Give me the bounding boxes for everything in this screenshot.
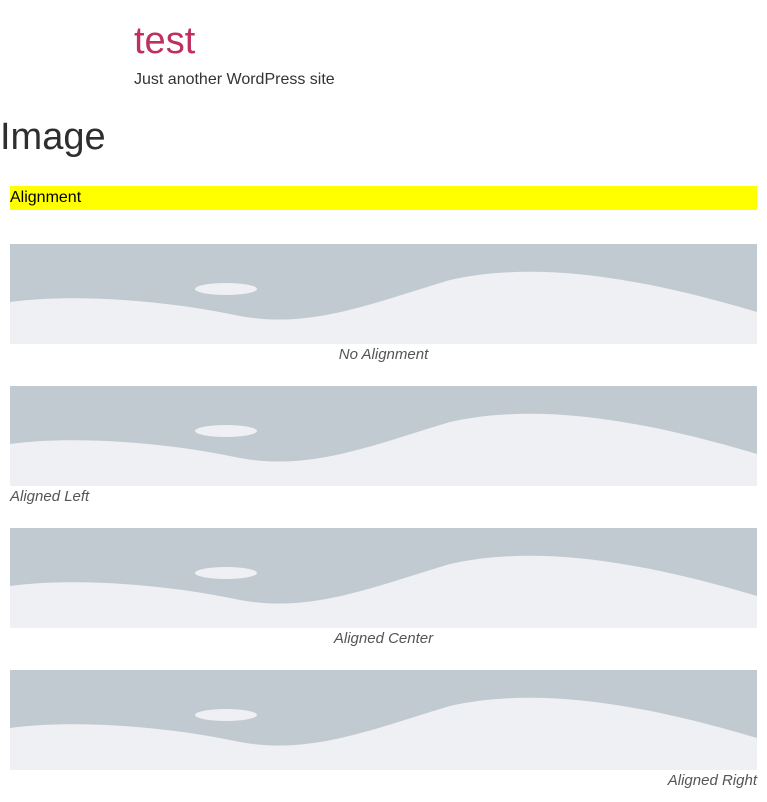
alignment-heading: Alignment xyxy=(10,186,757,210)
image-placeholder xyxy=(10,528,757,628)
site-title-link[interactable]: test xyxy=(134,18,335,64)
figure-caption: Aligned Left xyxy=(10,488,90,505)
site-tagline: Just another WordPress site xyxy=(134,71,335,88)
image-placeholder xyxy=(10,244,757,344)
figure-no-alignment: No Alignment xyxy=(10,244,757,366)
page-title: Image xyxy=(0,116,106,158)
figure-caption: Aligned Center xyxy=(333,630,434,647)
image-placeholder xyxy=(10,386,757,486)
figure-caption: No Alignment xyxy=(338,346,429,363)
site-header: test Just another WordPress site xyxy=(134,18,335,90)
figure-aligned-right: Aligned Right xyxy=(10,670,757,792)
figure-aligned-center: Aligned Center xyxy=(10,528,757,650)
figure-caption: Aligned Right xyxy=(667,772,757,789)
figure-aligned-left: Aligned Left xyxy=(10,386,757,508)
image-placeholder xyxy=(10,670,757,770)
